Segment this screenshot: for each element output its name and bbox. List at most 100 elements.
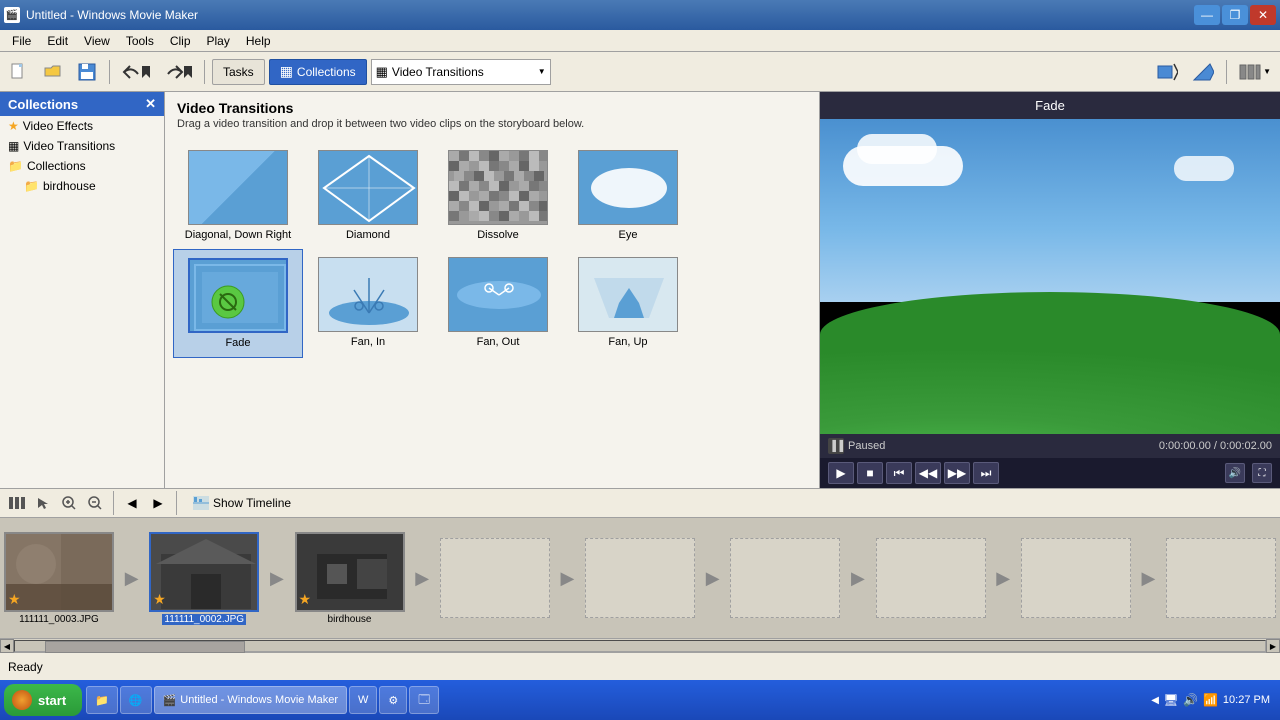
taskbar-extra-btn[interactable]: 🗔: [409, 686, 439, 714]
undo-button[interactable]: [117, 58, 155, 86]
transition-diagonal-down-right[interactable]: Diagonal, Down Right: [173, 142, 303, 249]
transition-fan-up[interactable]: Fan, Up: [563, 249, 693, 358]
system-clock: 10:27 PM: [1223, 693, 1270, 707]
empty-thumb-3: [730, 538, 840, 618]
transition-eye[interactable]: Eye: [563, 142, 693, 249]
transition-thumb-fan-in: [318, 257, 418, 332]
transition-arrow-5: ▶: [695, 538, 730, 618]
menu-view[interactable]: View: [76, 32, 118, 50]
open-button[interactable]: [38, 58, 68, 86]
tray-network-icon[interactable]: 🖥: [1163, 692, 1179, 708]
birdhouse-item[interactable]: 📁 birdhouse: [16, 176, 164, 196]
next-clip-btn[interactable]: ▶: [147, 493, 169, 513]
scroll-left-btn[interactable]: ◀: [0, 639, 14, 653]
minimize-button[interactable]: —: [1194, 5, 1220, 25]
select-tool-btn[interactable]: [32, 493, 54, 513]
clip1-star: ★: [8, 591, 21, 608]
status-text: Ready: [8, 660, 43, 674]
publish-button[interactable]: [1187, 58, 1219, 86]
rewind-button[interactable]: ◀◀: [915, 462, 941, 484]
video-transitions-label: Video Transitions: [23, 139, 115, 153]
storyboard-view-button[interactable]: ▼: [1234, 58, 1276, 86]
separator-3: [1226, 60, 1227, 84]
storyboard-scrollbar[interactable]: ◀ ▶: [0, 638, 1280, 652]
start-orb: [12, 690, 32, 710]
extra-taskbar-icon: 🗔: [418, 691, 430, 710]
scroll-right-btn[interactable]: ▶: [1266, 639, 1280, 653]
tray-expand-icon[interactable]: ◀: [1151, 695, 1159, 706]
menu-play[interactable]: Play: [199, 32, 238, 50]
storyboard-icon-btn[interactable]: [6, 493, 28, 513]
menu-file[interactable]: File: [4, 32, 39, 50]
category-dropdown[interactable]: ▦ Video Transitions ▼: [371, 59, 551, 85]
menu-help[interactable]: Help: [238, 32, 279, 50]
story-clip-3[interactable]: ★ birdhouse: [295, 532, 405, 625]
transitions-grid: Diagonal, Down Right Diamond: [165, 134, 819, 488]
video-effects-label: Video Effects: [23, 119, 93, 133]
transition-arrow-4: ▶: [550, 538, 585, 618]
tray-signal-icon[interactable]: 📶: [1203, 692, 1219, 708]
transition-fan-in[interactable]: Fan, In: [303, 249, 433, 358]
transition-dissolve[interactable]: Dissolve: [433, 142, 563, 249]
video-transitions-item[interactable]: ▦ Video Transitions: [0, 136, 164, 156]
start-button[interactable]: start: [4, 684, 82, 716]
empty-thumb-6: [1166, 538, 1276, 618]
fullscreen-icon[interactable]: ⛶: [1252, 463, 1272, 483]
transition-thumb-dissolve: [448, 150, 548, 225]
redo-button[interactable]: [159, 58, 197, 86]
transition-arrow-3: ▶: [405, 538, 440, 618]
taskbar-moviemaker-btn[interactable]: 🎬 Untitled - Windows Movie Maker: [154, 686, 347, 714]
prev-frame-button[interactable]: ⏮: [886, 462, 912, 484]
preview-title: Fade: [820, 92, 1280, 119]
new-button[interactable]: [4, 58, 34, 86]
collections-item[interactable]: 📁 Collections: [0, 156, 164, 176]
fast-forward-button[interactable]: ▶▶: [944, 462, 970, 484]
collections-button[interactable]: ▦ Collections: [269, 59, 367, 85]
menu-edit[interactable]: Edit: [39, 32, 76, 50]
play-button[interactable]: ▶: [828, 462, 854, 484]
story-clip-empty-3: [730, 538, 840, 618]
empty-thumb-2: [585, 538, 695, 618]
taskbar-ie-btn[interactable]: 🌐: [120, 686, 152, 714]
zoom-in-btn[interactable]: [58, 493, 80, 513]
clip2-label: 111111_0002.JPG: [162, 614, 246, 625]
prev-clip-btn[interactable]: ◀: [121, 493, 143, 513]
story-clip-2[interactable]: ★ 111111_0002.JPG: [149, 532, 259, 625]
clip3-label: birdhouse: [328, 614, 372, 625]
paused-label: Paused: [848, 440, 885, 452]
video-effects-item[interactable]: ★ Video Effects: [0, 116, 164, 136]
close-panel-icon[interactable]: ✕: [145, 96, 156, 112]
show-timeline-button[interactable]: Show Timeline: [184, 493, 300, 513]
menu-clip[interactable]: Clip: [162, 32, 199, 50]
next-frame-button[interactable]: ⏭: [973, 462, 999, 484]
transition-label-diamond: Diamond: [346, 229, 390, 241]
transitions-header: Video Transitions Drag a video transitio…: [165, 92, 819, 134]
taskbar-folder-btn[interactable]: 📁: [86, 686, 118, 714]
zoom-out-btn[interactable]: [84, 493, 106, 513]
main-layout: Collections ✕ ★ Video Effects ▦ Video Tr…: [0, 92, 1280, 680]
maximize-button[interactable]: ❐: [1222, 5, 1248, 25]
scroll-track: [14, 640, 1266, 652]
cloud1: [843, 146, 963, 186]
taskbar-word-btn[interactable]: W: [349, 686, 377, 714]
volume-icon[interactable]: 🔊: [1225, 463, 1245, 483]
transition-fade[interactable]: Fade: [173, 249, 303, 358]
taskbar-settings-btn[interactable]: ⚙: [379, 686, 407, 714]
save-button[interactable]: [72, 58, 102, 86]
stop-button[interactable]: ■: [857, 462, 883, 484]
settings-taskbar-icon: ⚙: [388, 694, 398, 707]
menu-tools[interactable]: Tools: [118, 32, 162, 50]
dropdown-arrow-icon: ▼: [538, 67, 546, 76]
tasks-button[interactable]: Tasks: [212, 59, 265, 85]
folder-icon: 📁: [8, 159, 23, 173]
close-button[interactable]: ✕: [1250, 5, 1276, 25]
story-clip-1[interactable]: ★ 111111_0003.JPG: [4, 532, 114, 625]
scroll-thumb[interactable]: [45, 641, 245, 653]
transition-fan-out[interactable]: Fan, Out: [433, 249, 563, 358]
import-button[interactable]: [1151, 58, 1183, 86]
collections-header-label: Collections: [8, 97, 78, 112]
transition-diamond[interactable]: Diamond: [303, 142, 433, 249]
story-clip-empty-1: [440, 538, 550, 618]
tray-volume-icon[interactable]: 🔊: [1183, 692, 1199, 708]
transition-label-dissolve: Dissolve: [477, 229, 519, 241]
